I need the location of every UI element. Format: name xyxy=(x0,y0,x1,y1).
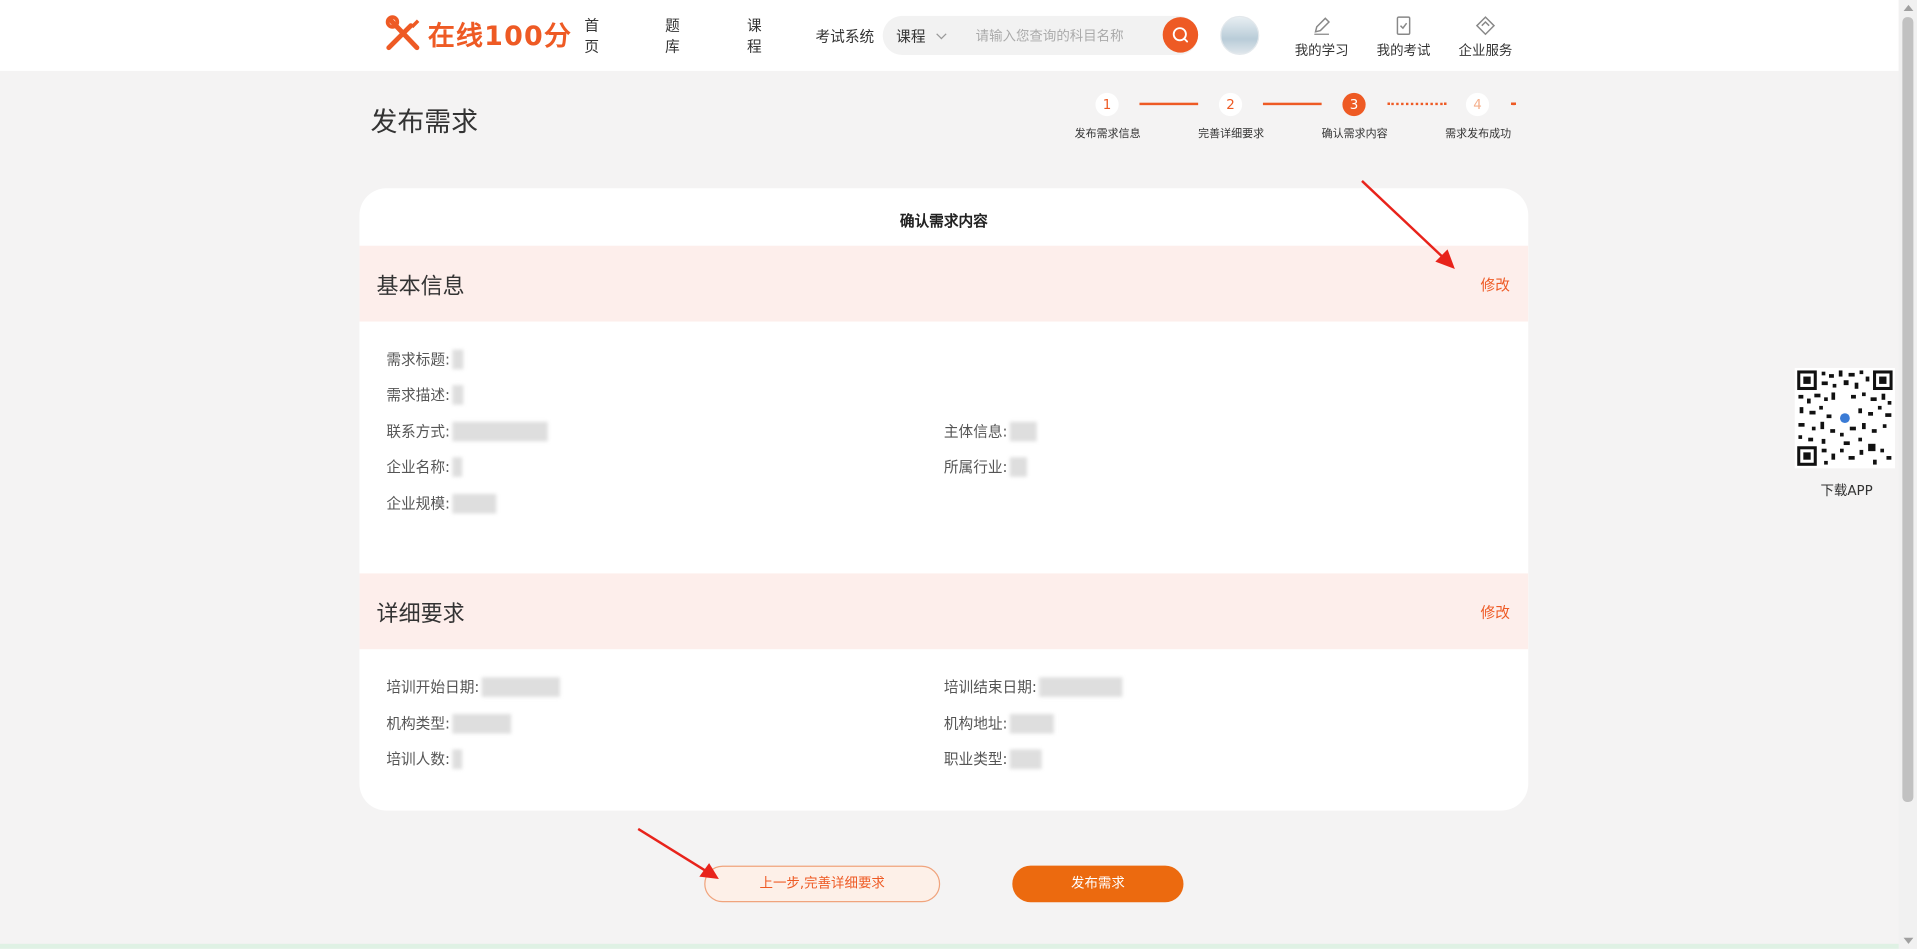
step-4-label: 需求发布成功 xyxy=(1445,128,1512,141)
basic-info-edit-link[interactable]: 修改 xyxy=(1481,274,1510,295)
top-header: 在线100分 首页 题库 课程 考试系统 课程 请输入您查询的科目名称 我的学习… xyxy=(0,0,1899,71)
redacted-value xyxy=(1039,676,1123,697)
step-connector-1 xyxy=(1139,102,1199,106)
my-exam-button[interactable]: 我的考试 xyxy=(1367,15,1440,60)
field-job-type: 职业类型: xyxy=(944,748,1042,769)
detail-header: 详细要求 修改 xyxy=(359,573,1529,650)
step-1-label: 发布需求信息 xyxy=(1074,128,1141,141)
redacted-value xyxy=(481,676,561,697)
publish-button[interactable]: 发布需求 xyxy=(1012,865,1184,903)
field-scale-label: 企业规模: xyxy=(386,495,450,513)
redacted-value xyxy=(1009,713,1054,733)
field-start-date: 培训开始日期: xyxy=(386,676,561,697)
field-people: 培训人数: xyxy=(386,748,463,769)
step-4-circle: 4 xyxy=(1465,92,1490,117)
search-icon xyxy=(1172,27,1189,43)
enterprise-service-label: 企业服务 xyxy=(1458,42,1513,59)
confirm-card: 确认需求内容 基本信息 修改 需求标题: 需求描述: 联系方式: 主体信息: 企… xyxy=(359,188,1529,811)
field-desc-label: 需求描述: xyxy=(386,386,450,404)
search-input[interactable] xyxy=(975,23,1160,48)
field-people-label: 培训人数: xyxy=(386,750,450,768)
redacted-value xyxy=(1009,456,1028,477)
page-title: 发布需求 xyxy=(370,107,479,139)
user-avatar[interactable] xyxy=(1220,15,1260,56)
redacted-value xyxy=(452,349,464,369)
nav-exam-system[interactable]: 考试系统 xyxy=(815,25,874,46)
scrollbar-thumb[interactable] xyxy=(1902,17,1914,803)
field-title-label: 需求标题: xyxy=(386,350,450,369)
field-org-type-label: 机构类型: xyxy=(386,715,450,733)
search-category-label: 课程 xyxy=(896,28,926,46)
redacted-value xyxy=(1009,748,1042,769)
field-org-addr-label: 机构地址: xyxy=(943,715,1008,733)
search-category-select[interactable]: 课程 xyxy=(896,26,947,47)
logo-text: 在线100分 xyxy=(427,22,573,53)
tools-logo-icon xyxy=(385,15,420,51)
card-title: 确认需求内容 xyxy=(899,212,988,230)
step-connector-2 xyxy=(1262,102,1322,106)
enterprise-diamond-icon xyxy=(1475,16,1496,36)
field-subject: 主体信息: xyxy=(944,421,1037,442)
download-app-label[interactable]: 下载APP xyxy=(1820,480,1872,500)
step-1-circle: 1 xyxy=(1095,92,1119,117)
redacted-value xyxy=(452,421,548,441)
field-title: 需求标题: xyxy=(386,348,464,369)
basic-info-header: 基本信息 修改 xyxy=(359,245,1529,322)
field-subject-label: 主体信息: xyxy=(943,423,1008,441)
my-study-button[interactable]: 我的学习 xyxy=(1285,15,1358,60)
redacted-value xyxy=(1009,421,1037,441)
progress-steps: 1 2 3 4 发布需求信息 完善详细要求 确认需求内容 需求发布成功 xyxy=(1064,92,1529,141)
field-job-type-label: 职业类型: xyxy=(943,750,1008,768)
step-3-circle: 3 xyxy=(1342,92,1366,117)
step-connector-tail xyxy=(1511,102,1517,106)
redacted-value xyxy=(452,713,512,733)
field-contact: 联系方式: xyxy=(386,421,548,442)
field-desc: 需求描述: xyxy=(386,384,464,405)
redacted-value xyxy=(452,748,463,769)
field-industry-label: 所属行业: xyxy=(943,458,1008,476)
redacted-value xyxy=(452,384,464,405)
field-company: 企业名称: xyxy=(386,456,463,477)
field-end-date: 培训结束日期: xyxy=(944,676,1123,697)
my-study-label: 我的学习 xyxy=(1294,42,1349,59)
field-contact-label: 联系方式: xyxy=(386,423,450,441)
redacted-value xyxy=(452,493,497,513)
nav-question-bank[interactable]: 题库 xyxy=(665,15,680,57)
field-industry: 所属行业: xyxy=(943,456,1028,477)
field-start-date-label: 培训开始日期: xyxy=(386,678,480,696)
field-org-type: 机构类型: xyxy=(386,713,512,734)
field-scale: 企业规模: xyxy=(386,493,497,514)
page-scrollbar[interactable] xyxy=(1898,0,1917,949)
scroll-up-icon[interactable] xyxy=(1903,4,1914,12)
enterprise-service-button[interactable]: 企业服务 xyxy=(1449,15,1522,60)
field-end-date-label: 培训结束日期: xyxy=(943,678,1037,696)
qr-code-image xyxy=(1794,368,1896,469)
bottom-strip xyxy=(0,943,1899,949)
step-3-label: 确认需求内容 xyxy=(1321,128,1388,141)
redacted-value xyxy=(452,456,463,477)
detail-title: 详细要求 xyxy=(376,601,465,628)
step-connector-3 xyxy=(1387,102,1447,106)
exam-paper-icon xyxy=(1396,16,1411,35)
my-exam-label: 我的考试 xyxy=(1376,42,1431,59)
search-bar: 课程 xyxy=(882,15,1199,56)
previous-step-button[interactable]: 上一步,完善详细要求 xyxy=(704,865,941,903)
basic-info-title: 基本信息 xyxy=(376,273,465,300)
step-2-label: 完善详细要求 xyxy=(1198,128,1265,141)
step-2-circle: 2 xyxy=(1218,92,1243,117)
field-org-addr: 机构地址: xyxy=(944,713,1054,734)
scroll-down-icon[interactable] xyxy=(1903,937,1914,944)
detail-edit-link[interactable]: 修改 xyxy=(1481,602,1510,623)
pencil-icon xyxy=(1314,17,1331,35)
field-company-label: 企业名称: xyxy=(386,458,450,476)
search-button[interactable] xyxy=(1162,17,1199,53)
nav-home[interactable]: 首页 xyxy=(584,15,599,57)
page-root: 在线100分 首页 题库 课程 考试系统 课程 请输入您查询的科目名称 我的学习… xyxy=(0,0,1917,949)
nav-courses[interactable]: 课程 xyxy=(747,15,762,57)
chevron-down-icon xyxy=(936,29,947,40)
site-logo[interactable]: 在线100分 xyxy=(384,15,572,54)
